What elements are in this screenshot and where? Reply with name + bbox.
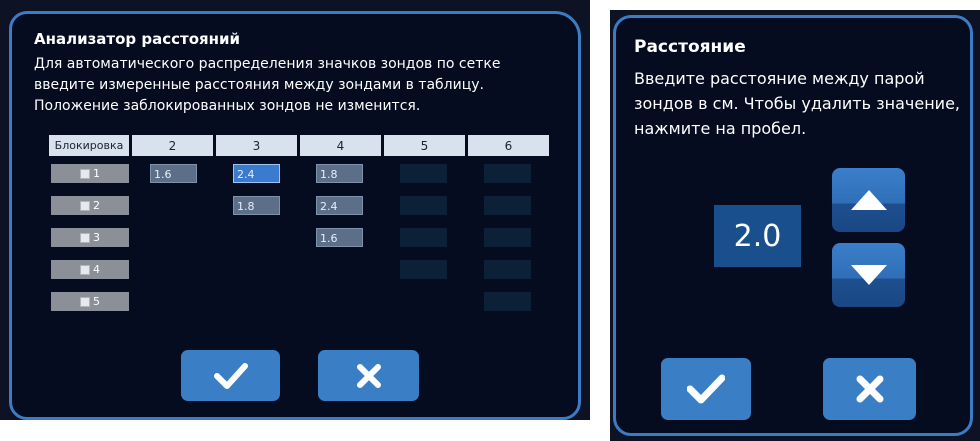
lock-toggle-2[interactable]: 2 bbox=[51, 196, 129, 215]
lock-label: 1 bbox=[93, 167, 100, 180]
column-header-5: 5 bbox=[384, 135, 465, 156]
checkbox-icon[interactable] bbox=[80, 296, 90, 307]
cancel-button[interactable] bbox=[823, 358, 916, 420]
dialog-title: Расстояние bbox=[634, 37, 746, 57]
lock-toggle-3[interactable]: 3 bbox=[51, 228, 129, 247]
cancel-button[interactable] bbox=[318, 350, 419, 401]
distance-cell-1-6[interactable] bbox=[484, 164, 531, 183]
distance-cell-2-6[interactable] bbox=[484, 196, 531, 215]
distance-cell-1-3[interactable]: 2.4 bbox=[233, 164, 280, 183]
distance-cell-4-6[interactable] bbox=[484, 260, 531, 279]
distance-analyzer-dialog: Анализатор расстояний Для автоматическог… bbox=[9, 11, 581, 420]
distance-cell-3-6[interactable] bbox=[484, 228, 531, 247]
lock-label: 5 bbox=[93, 295, 100, 308]
distance-cell-3-5[interactable] bbox=[400, 228, 447, 247]
distance-cell-4-5[interactable] bbox=[400, 260, 447, 279]
column-header-4: 4 bbox=[300, 135, 381, 156]
lock-toggle-4[interactable]: 4 bbox=[51, 260, 129, 279]
close-icon bbox=[856, 375, 883, 403]
dialog-title: Анализатор расстояний bbox=[34, 30, 241, 48]
arrow-down-icon bbox=[850, 265, 887, 285]
distance-cell-2-5[interactable] bbox=[400, 196, 447, 215]
column-header-3: 3 bbox=[216, 135, 297, 156]
checkmark-icon bbox=[213, 362, 248, 389]
distance-cell-1-4[interactable]: 1.8 bbox=[316, 164, 363, 183]
lock-column-header: Блокировка bbox=[49, 135, 129, 156]
confirm-button[interactable] bbox=[661, 358, 751, 420]
lock-toggle-5[interactable]: 5 bbox=[51, 292, 129, 311]
distance-entry-dialog: Расстояние Введите расстояние между паро… bbox=[613, 15, 973, 436]
lock-label: 4 bbox=[93, 263, 100, 276]
column-header-6: 6 bbox=[468, 135, 549, 156]
decrement-button[interactable] bbox=[832, 243, 905, 307]
dialog-description: Для автоматического распределения значко… bbox=[34, 56, 501, 114]
arrow-up-icon bbox=[850, 190, 887, 210]
checkbox-icon[interactable] bbox=[80, 200, 90, 211]
checkbox-icon[interactable] bbox=[80, 232, 90, 243]
checkbox-icon[interactable] bbox=[80, 264, 90, 275]
distance-cell-1-2[interactable]: 1.6 bbox=[150, 164, 197, 183]
checkmark-icon bbox=[687, 374, 725, 404]
distance-cell-1-5[interactable] bbox=[400, 164, 447, 183]
checkbox-icon[interactable] bbox=[80, 168, 90, 179]
distance-cell-5-6[interactable] bbox=[484, 292, 531, 311]
column-header-2: 2 bbox=[132, 135, 213, 156]
close-icon bbox=[356, 363, 381, 388]
dialog-description: Введите расстояние между парой зондов в … bbox=[634, 69, 960, 138]
increment-button[interactable] bbox=[832, 168, 905, 232]
distance-cell-2-3[interactable]: 1.8 bbox=[233, 196, 280, 215]
confirm-button[interactable] bbox=[181, 350, 280, 401]
distance-cell-3-4[interactable]: 1.6 bbox=[316, 228, 363, 247]
distance-cell-2-4[interactable]: 2.4 bbox=[316, 196, 363, 215]
lock-label: 3 bbox=[93, 231, 100, 244]
lock-label: 2 bbox=[93, 199, 100, 212]
distance-value[interactable]: 2.0 bbox=[714, 205, 801, 267]
lock-toggle-1[interactable]: 1 bbox=[51, 164, 129, 183]
